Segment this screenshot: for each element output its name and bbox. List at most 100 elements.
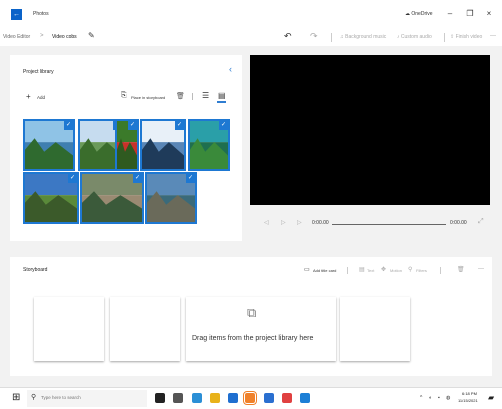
language-icon[interactable]: ◍ [446, 395, 450, 401]
windows-start-icon[interactable]: ⊞ [12, 393, 20, 403]
active-view-indicator [217, 101, 226, 103]
delete-trash-icon[interactable]: 🗑 [176, 92, 185, 100]
media-thumbnail-1[interactable]: ✓ [23, 119, 75, 171]
toolbar-divider [331, 33, 332, 42]
back-arrow-icon[interactable]: ← [11, 9, 22, 20]
storyboard-slot[interactable] [340, 297, 410, 361]
title-bar: ← Photos ☁ OneDrive – ❐ × [0, 0, 502, 28]
onedrive-label: OneDrive [411, 11, 433, 17]
clock-time[interactable]: 6:18 PM [462, 391, 477, 396]
filters-button[interactable]: Filters [416, 268, 427, 273]
volume-icon[interactable]: ◐ [429, 395, 432, 401]
taskbar-app-7-icon[interactable] [282, 393, 292, 403]
taskbar-app-1-icon[interactable] [173, 393, 183, 403]
photos-app-active-icon[interactable] [243, 391, 257, 405]
selected-check-icon: ✓ [133, 174, 142, 183]
media-thumbnail-8[interactable]: ✓ [145, 172, 197, 224]
current-time: 0:00.00 [312, 220, 329, 226]
storyboard-panel: Storyboard ▭ Add title card ▤ Text ✥ Mot… [10, 257, 492, 376]
selected-check-icon: ✓ [175, 121, 184, 130]
background-music-button[interactable]: ♫ Background music [340, 34, 386, 40]
project-name: Video cobs [52, 34, 77, 40]
onedrive-button[interactable]: ☁ OneDrive [405, 11, 433, 17]
undo-icon[interactable]: ↶ [284, 31, 292, 42]
selected-check-icon: ✓ [68, 174, 77, 183]
storyboard-slot[interactable] [110, 297, 180, 361]
title-card-icon[interactable]: ▭ [304, 266, 310, 273]
storyboard-divider [440, 267, 441, 274]
text-button[interactable]: Text [367, 268, 374, 273]
background-music-label: Background music [345, 34, 387, 40]
taskbar-search-input[interactable] [41, 395, 141, 400]
close-button[interactable]: × [482, 8, 496, 20]
taskbar-app-3-icon[interactable] [210, 393, 220, 403]
minimize-button[interactable]: – [443, 8, 457, 20]
selected-check-icon: ✓ [219, 121, 228, 130]
selected-check-icon: ✓ [64, 121, 73, 130]
image-drop-icon: ⧉ [247, 305, 257, 320]
rename-pencil-icon[interactable]: ✎ [88, 31, 95, 40]
custom-audio-button[interactable]: ♪ Custom audio [397, 34, 432, 40]
text-icon[interactable]: ▤ [359, 266, 365, 273]
end-time: 0:00.00 [450, 220, 467, 226]
taskbar-app-4-icon[interactable] [228, 393, 238, 403]
seek-bar[interactable] [332, 224, 446, 225]
project-library-title: Project library [23, 69, 54, 75]
task-view-icon[interactable] [155, 393, 165, 403]
list-view-icon[interactable]: ☰ [202, 91, 209, 100]
expand-icon[interactable]: ⤢ [478, 218, 484, 226]
filters-icon[interactable]: ⚲ [408, 266, 412, 273]
clock-date[interactable]: 11/15/2021 [458, 398, 478, 403]
forward-icon[interactable]: ▷ [297, 219, 302, 226]
search-icon: ⚲ [31, 394, 37, 401]
selected-check-icon: ✓ [128, 121, 137, 130]
grid-view-icon[interactable]: ▤ [218, 91, 226, 100]
redo-icon[interactable]: ↷ [310, 31, 318, 42]
add-button[interactable]: Add [37, 95, 45, 100]
motion-icon[interactable]: ✥ [381, 266, 386, 273]
library-toolbar-divider [192, 93, 193, 100]
taskbar-app-2-icon[interactable] [192, 393, 202, 403]
storyboard-title: Storyboard [23, 267, 48, 273]
place-in-storyboard-icon[interactable]: ⎘ [121, 92, 127, 100]
storyboard-more-button[interactable]: ··· [478, 266, 484, 272]
editor-toolbar: Video Editor > Video cobs ✎ ↶ ↷ ♫ Backgr… [0, 28, 502, 46]
video-preview[interactable] [250, 55, 490, 205]
motion-button[interactable]: Motion [390, 268, 402, 273]
media-thumbnail-4[interactable]: ✓ [140, 119, 186, 171]
taskbar-app-6-icon[interactable] [264, 393, 274, 403]
notifications-icon[interactable]: ▰ [488, 393, 494, 402]
project-library-panel: Project library ‹ + Add ⎘ Place in story… [10, 55, 242, 241]
play-icon[interactable]: ▷ [281, 219, 286, 226]
media-thumbnail-3[interactable]: ✓ [115, 119, 139, 171]
toolbar-divider [444, 33, 445, 42]
drop-hint-text: Drag items from the project library here [192, 335, 314, 342]
finish-video-button[interactable]: ⇪ Finish video [450, 34, 482, 40]
playback-controls: ◁ ▷ ▷ 0:00.00 0:00.00 ⤢ [250, 216, 490, 230]
tray-overflow-icon[interactable]: ^ [420, 395, 422, 401]
add-title-card-button[interactable]: Add title card [313, 268, 336, 273]
selected-check-icon: ✓ [186, 174, 195, 183]
add-icon[interactable]: + [26, 93, 31, 101]
place-in-storyboard-button[interactable]: Place in storyboard [131, 95, 165, 100]
custom-audio-label: Custom audio [400, 34, 432, 40]
maximize-button[interactable]: ❐ [463, 8, 477, 20]
storyboard-slot[interactable] [34, 297, 104, 361]
windows-taskbar: ⊞ ⚲ ^ ◐ ▪ ◍ 6:18 PM 11/15/2021 ▰ [0, 387, 502, 409]
storyboard-drop-slot[interactable] [186, 297, 336, 361]
media-thumbnail-7[interactable]: ✓ [80, 172, 144, 224]
media-thumbnail-5[interactable]: ✓ [188, 119, 230, 171]
network-icon[interactable]: ▪ [438, 395, 440, 401]
collapse-chevron-icon[interactable]: ‹ [229, 64, 232, 74]
rewind-icon[interactable]: ◁ [264, 219, 269, 226]
delete-trash-icon[interactable]: 🗑 [457, 266, 465, 273]
more-options-button[interactable]: ··· [490, 33, 496, 39]
breadcrumb-video-editor[interactable]: Video Editor [3, 34, 30, 40]
finish-video-label: Finish video [455, 34, 483, 40]
media-thumbnail-6[interactable]: ✓ [23, 172, 79, 224]
app-title: Photos [33, 11, 49, 17]
taskbar-search-box[interactable]: ⚲ [27, 390, 147, 407]
storyboard-divider [347, 267, 348, 274]
taskbar-app-8-icon[interactable] [300, 393, 310, 403]
breadcrumb-separator: > [40, 33, 44, 39]
